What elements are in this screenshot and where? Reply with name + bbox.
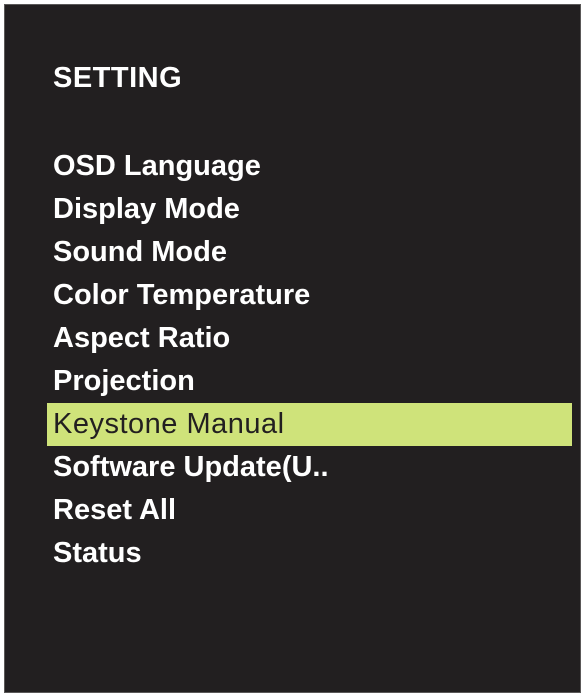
menu-item-status[interactable]: Status xyxy=(47,532,572,575)
menu-item-osd-language[interactable]: OSD Language xyxy=(47,145,572,188)
menu-item-keystone-manual[interactable]: Keystone Manual xyxy=(47,403,572,446)
osd-settings-panel: SETTING OSD Language Display Mode Sound … xyxy=(4,4,581,693)
menu-item-color-temperature[interactable]: Color Temperature xyxy=(47,274,572,317)
menu-item-projection[interactable]: Projection xyxy=(47,360,572,403)
menu-item-aspect-ratio[interactable]: Aspect Ratio xyxy=(47,317,572,360)
menu-item-display-mode[interactable]: Display Mode xyxy=(47,188,572,231)
menu-item-software-update[interactable]: Software Update(U.. xyxy=(47,446,572,489)
menu-item-sound-mode[interactable]: Sound Mode xyxy=(47,231,572,274)
menu-item-reset-all[interactable]: Reset All xyxy=(47,489,572,532)
menu-title: SETTING xyxy=(53,62,183,94)
settings-menu-list: OSD Language Display Mode Sound Mode Col… xyxy=(47,145,572,575)
